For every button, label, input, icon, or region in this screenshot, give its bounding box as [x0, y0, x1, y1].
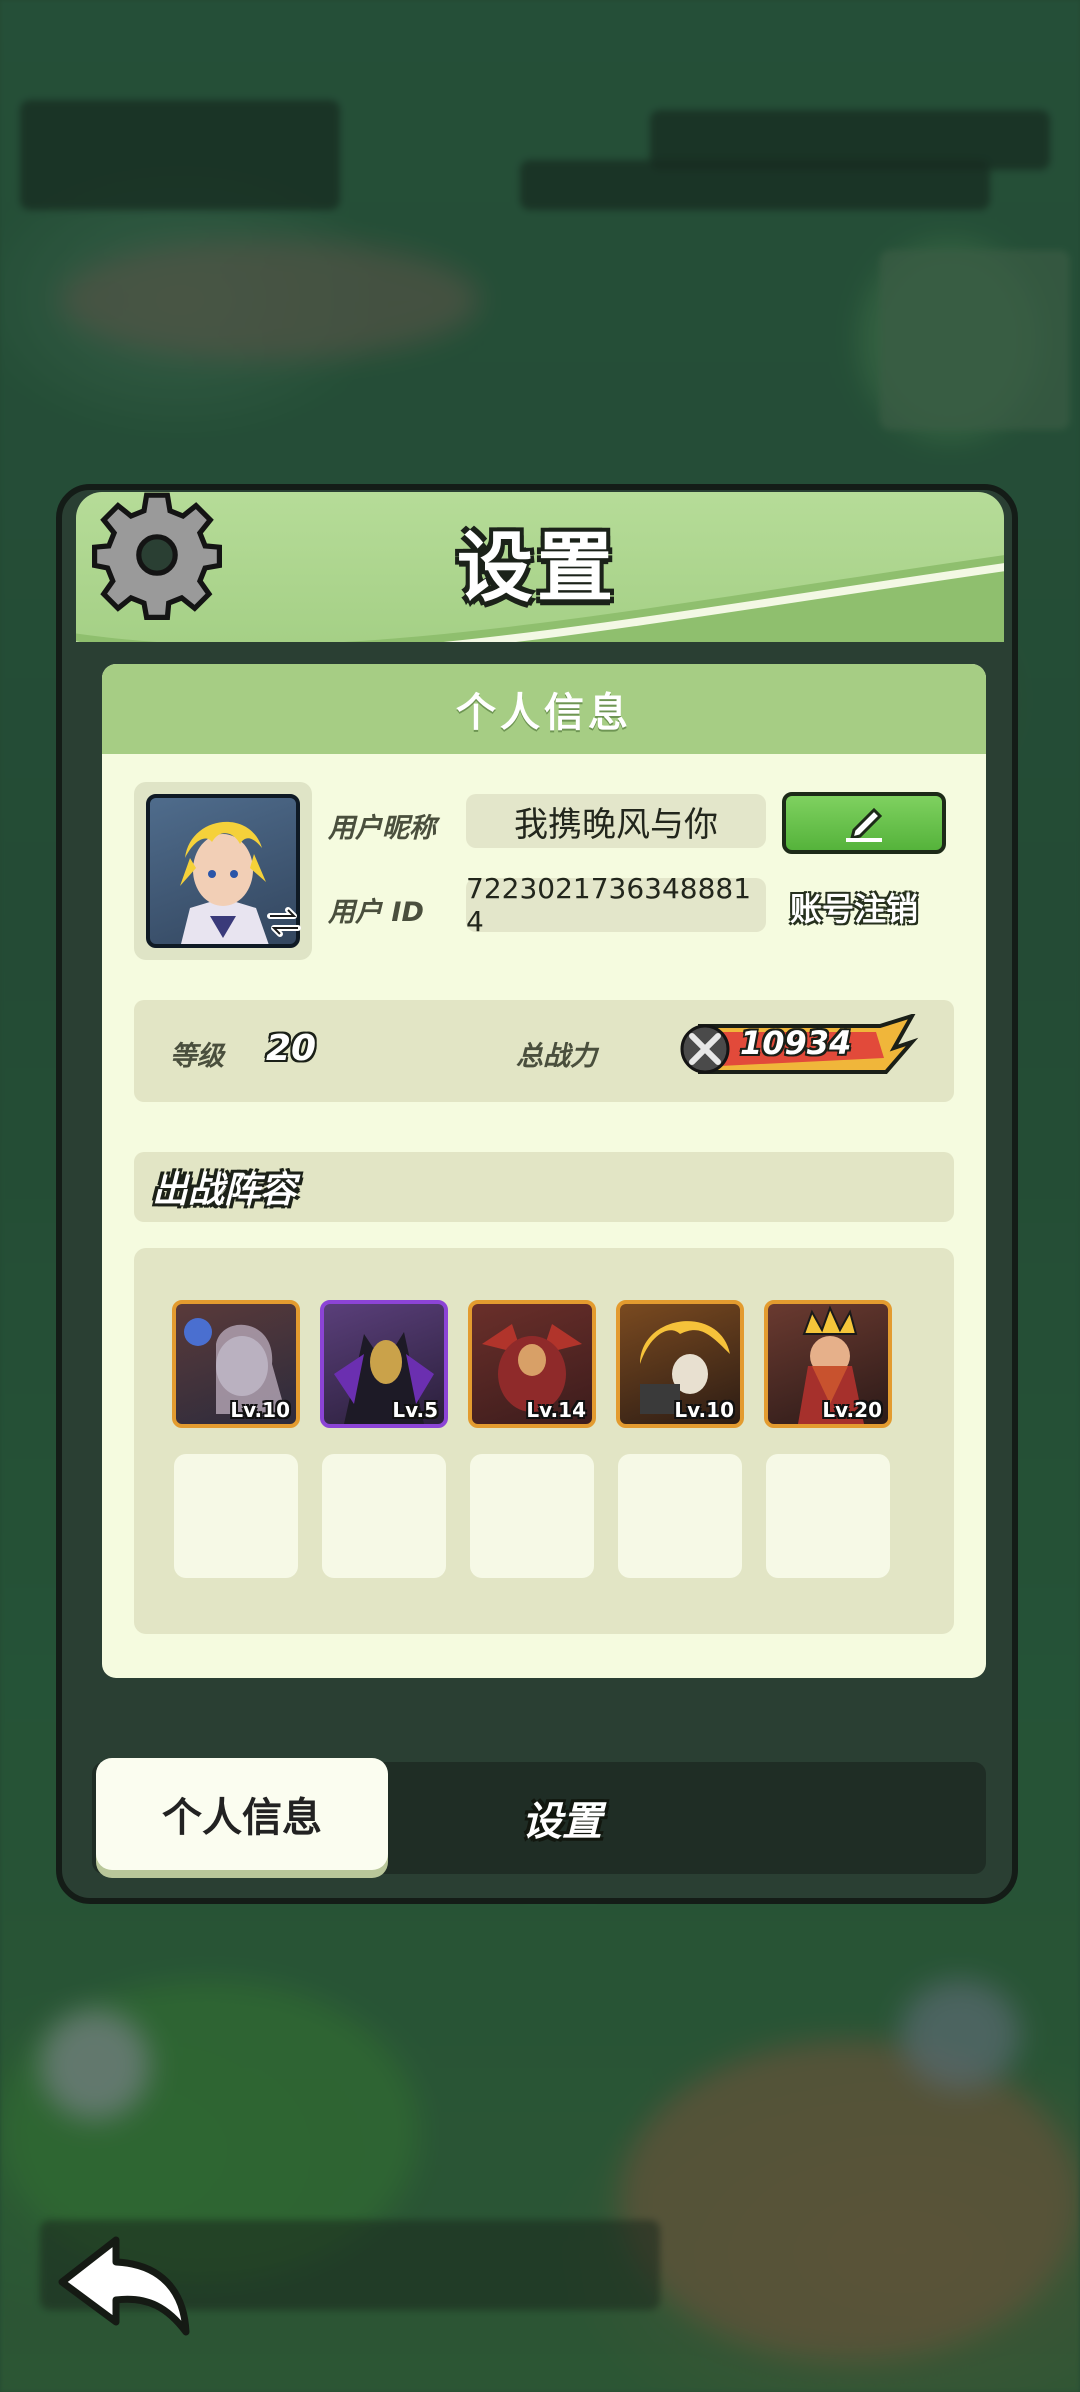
crossed-swords-icon: [680, 1024, 730, 1074]
nickname-field: 我携晚风与你: [466, 794, 766, 848]
panel-title: 设置: [457, 523, 617, 612]
empty-hero-slot[interactable]: [470, 1454, 594, 1578]
hero-level: Lv.10: [674, 1398, 734, 1422]
hero-level: Lv.5: [392, 1398, 438, 1422]
empty-hero-slot[interactable]: [766, 1454, 890, 1578]
tab-settings[interactable]: 设置: [432, 1762, 692, 1874]
hero-slot-2[interactable]: Lv.5: [320, 1300, 448, 1428]
hero-level: Lv.10: [230, 1398, 290, 1422]
card-header: 个人信息: [102, 664, 986, 754]
hero-slot-4[interactable]: Lv.10: [616, 1300, 744, 1428]
level-label: 等级: [170, 1041, 224, 1072]
hero-slot-3[interactable]: Lv.14: [468, 1300, 596, 1428]
nickname-label: 用户昵称: [328, 813, 436, 844]
settings-panel: 设置 个人信息 用户昵称 我携晚风与你 用户 ID 72230217363488…: [56, 484, 1018, 1904]
hero-slot-5[interactable]: Lv.20: [764, 1300, 892, 1428]
empty-hero-slot[interactable]: [322, 1454, 446, 1578]
swap-icon[interactable]: [264, 902, 304, 942]
level-value: 20: [266, 1028, 317, 1069]
hero-level: Lv.14: [526, 1398, 586, 1422]
user-id-label: 用户 ID: [328, 897, 424, 928]
stats-bar: 等级 20 总战力 10934: [134, 1000, 954, 1102]
lineup-grid: Lv.10 Lv.5 Lv.14 Lv.10 Lv.20: [134, 1248, 954, 1634]
power-label: 总战力: [516, 1041, 597, 1072]
user-id-field: 7223021736348881​4: [466, 872, 766, 938]
personal-info-card: 个人信息 用户昵称 我携晚风与你: [102, 664, 986, 1678]
power-badge: 10934: [680, 1014, 920, 1082]
back-arrow-icon[interactable]: [56, 2230, 196, 2340]
avatar-frame[interactable]: [134, 782, 312, 960]
edit-icon: [846, 807, 883, 842]
empty-hero-slot[interactable]: [174, 1454, 298, 1578]
hero-level: Lv.20: [822, 1398, 882, 1422]
lineup-title: 出战阵容: [152, 1170, 297, 1211]
edit-nickname-button[interactable]: [782, 792, 946, 854]
hero-slot-1[interactable]: Lv.10: [172, 1300, 300, 1428]
empty-hero-slot[interactable]: [618, 1454, 742, 1578]
tab-personal-info[interactable]: 个人信息: [96, 1758, 388, 1870]
power-value: 10934: [740, 1024, 852, 1062]
lineup-header: 出战阵容: [134, 1152, 954, 1222]
account-cancel-link[interactable]: 账号注销: [790, 884, 918, 930]
